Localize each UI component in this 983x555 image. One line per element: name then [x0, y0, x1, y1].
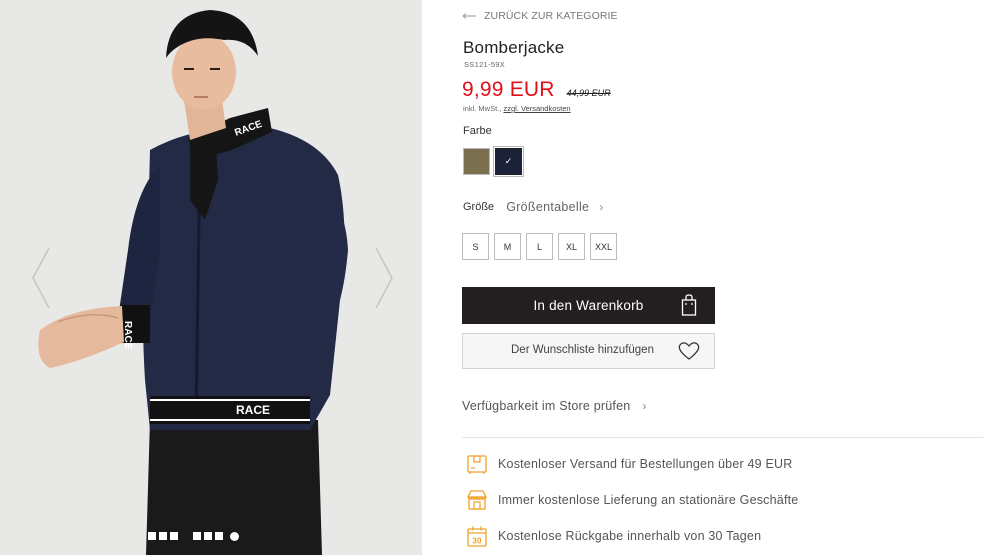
gallery-dot[interactable]: [159, 532, 167, 540]
product-title: Bomberjacke: [463, 38, 565, 57]
calendar-30-icon: 30: [467, 526, 487, 547]
tax-note: inkl. MwSt., zzgl. Versandkosten: [463, 104, 571, 113]
check-icon: ✓: [504, 156, 513, 166]
color-swatch-olive[interactable]: [463, 148, 490, 175]
arrow-left-icon: [462, 13, 476, 19]
gallery-dot[interactable]: [193, 532, 201, 540]
benefit-free-returns: 30 Kostenlose Rückgabe innerhalb von 30 …: [466, 525, 761, 547]
svg-text:RACE: RACE: [122, 321, 133, 350]
chevron-right-icon: [375, 247, 393, 309]
product-photo: RACE RACE RACE: [0, 0, 422, 555]
gallery-prev-button[interactable]: [30, 246, 52, 310]
add-to-cart-label: In den Warenkorb: [533, 298, 644, 313]
price-row: 9,99 EUR 44,99 EUR: [462, 78, 611, 102]
size-row: Größe Größentabelle ›: [463, 199, 603, 215]
size-option-xxl[interactable]: XXL: [590, 233, 617, 260]
benefit-text: Immer kostenlose Lieferung an stationäre…: [498, 493, 799, 507]
product-details-panel: ZURÜCK ZUR KATEGORIE Bomberjacke SS121-5…: [462, 0, 983, 555]
color-label: Farbe: [463, 125, 492, 137]
size-label: Größe: [463, 201, 495, 213]
shopping-bag-icon: [681, 294, 697, 316]
gallery-pagination: [148, 530, 242, 542]
truck-icon: [467, 455, 487, 474]
old-price: 44,99 EUR: [566, 88, 611, 98]
color-swatch-navy-selected[interactable]: ✓: [493, 146, 524, 177]
gallery-dot-active[interactable]: [230, 531, 239, 541]
back-to-category-label: ZURÜCK ZUR KATEGORIE: [484, 10, 618, 22]
chevron-right-icon: ›: [599, 200, 604, 214]
add-to-cart-button[interactable]: In den Warenkorb: [462, 287, 715, 324]
size-option-s[interactable]: S: [462, 233, 489, 260]
benefit-free-shipping: Kostenloser Versand für Bestellungen übe…: [466, 453, 793, 475]
current-price: 9,99 EUR: [462, 78, 555, 101]
check-store-availability-link[interactable]: Verfügbarkeit im Store prüfen ›: [462, 397, 647, 415]
check-store-label: Verfügbarkeit im Store prüfen: [462, 399, 631, 413]
gallery-next-button[interactable]: [373, 246, 395, 310]
benefit-text: Kostenlose Rückgabe innerhalb von 30 Tag…: [498, 529, 762, 543]
add-to-wishlist-label: Der Wunschliste hinzufügen: [511, 344, 654, 356]
product-image-gallery: RACE RACE RACE: [0, 0, 422, 555]
gallery-dot[interactable]: [170, 532, 178, 540]
product-sku: SS121-59X: [464, 60, 506, 69]
benefit-text: Kostenloser Versand für Bestellungen übe…: [498, 457, 793, 471]
size-option-xl[interactable]: XL: [558, 233, 585, 260]
gallery-dot[interactable]: [215, 532, 223, 540]
svg-text:30: 30: [472, 537, 482, 546]
gallery-dot[interactable]: [204, 532, 212, 540]
size-chart-link[interactable]: Größentabelle: [506, 200, 589, 214]
heart-icon: [678, 342, 700, 360]
size-selector: S M L XL XXL: [462, 233, 622, 260]
benefit-store-delivery: Immer kostenlose Lieferung an stationäre…: [466, 489, 798, 511]
svg-text:RACE: RACE: [236, 403, 270, 417]
back-to-category-link[interactable]: ZURÜCK ZUR KATEGORIE: [462, 9, 618, 23]
divider: [462, 437, 983, 438]
tax-note-text: inkl. MwSt.,: [463, 104, 502, 113]
gallery-dot[interactable]: [148, 532, 156, 540]
store-icon: [466, 490, 488, 510]
chevron-right-icon: ›: [642, 399, 647, 413]
size-option-m[interactable]: M: [494, 233, 521, 260]
shipping-costs-link[interactable]: zzgl. Versandkosten: [503, 104, 570, 113]
chevron-left-icon: [32, 247, 50, 309]
size-option-l[interactable]: L: [526, 233, 553, 260]
add-to-wishlist-button[interactable]: Der Wunschliste hinzufügen: [462, 333, 715, 369]
